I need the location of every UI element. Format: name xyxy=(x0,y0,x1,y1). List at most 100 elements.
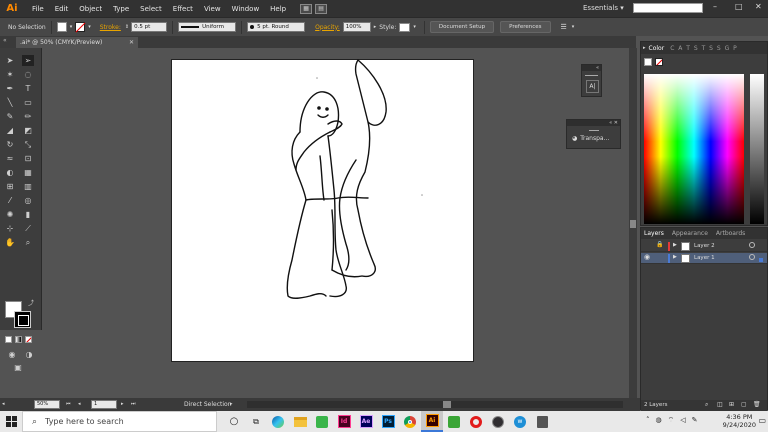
menu-view[interactable]: View xyxy=(204,5,221,13)
stroke-swatch[interactable] xyxy=(14,311,31,328)
show-hidden-icons-icon[interactable]: ˄ xyxy=(646,416,650,425)
draw-normal-icon[interactable]: ◉ xyxy=(6,349,18,360)
stroke-color-swatch[interactable] xyxy=(75,22,86,32)
color-tab[interactable]: Color xyxy=(649,45,665,52)
bridge-icon[interactable]: ▦ xyxy=(300,3,313,14)
expand-layer-icon[interactable]: ▶ xyxy=(673,242,677,248)
brush-definition[interactable]: 5 pt. Round xyxy=(247,22,306,32)
status-menu-icon[interactable]: ▸ xyxy=(230,401,233,407)
hand-tool-icon[interactable]: ✋ xyxy=(4,237,16,248)
expand-layer-icon[interactable]: ▶ xyxy=(673,254,677,260)
swap-fill-stroke-icon[interactable]: ⤴ xyxy=(28,298,34,307)
calculator-icon[interactable] xyxy=(531,411,553,432)
opacity-field[interactable]: 100% xyxy=(342,22,371,32)
workspace-switcher[interactable]: Essentials ▾ xyxy=(583,4,624,12)
prev-artboard-icon[interactable]: ◂ xyxy=(78,401,81,407)
new-sublayer-icon[interactable]: ⊞ xyxy=(729,401,734,408)
preferences-button[interactable]: Preferences xyxy=(500,21,551,33)
tab-artboards[interactable]: Artboards xyxy=(716,230,745,237)
fill-color-swatch[interactable] xyxy=(56,22,67,32)
other-tabs[interactable]: C A T S T S S G P xyxy=(670,45,738,52)
stroke-label[interactable]: Stroke: xyxy=(100,24,121,31)
help-search-input[interactable] xyxy=(633,3,703,13)
gradient-tool-icon[interactable]: ▥ xyxy=(22,181,34,192)
none-mode-icon[interactable] xyxy=(25,336,32,343)
start-button[interactable] xyxy=(0,411,22,432)
rotate-tool-icon[interactable]: ↻ xyxy=(4,139,16,150)
wacom-icon[interactable]: w xyxy=(509,411,531,432)
visibility-toggle-off[interactable] xyxy=(645,242,653,250)
eraser-tool-icon[interactable]: ◩ xyxy=(22,125,34,136)
notifications-icon[interactable]: ▭ xyxy=(758,416,766,425)
stroke-stepper-icon[interactable]: ⇕ xyxy=(125,24,129,30)
mesh-tool-icon[interactable]: ⊞ xyxy=(4,181,16,192)
new-layer-icon[interactable]: ▢ xyxy=(741,401,747,408)
slice-tool-icon[interactable]: ⟋ xyxy=(22,223,34,234)
target-icon[interactable] xyxy=(749,242,755,248)
lasso-tool-icon[interactable]: ◌ xyxy=(22,69,34,80)
illustrator-icon[interactable]: Ai xyxy=(421,411,443,432)
menu-help[interactable]: Help xyxy=(270,5,286,13)
camtasia-icon[interactable] xyxy=(443,411,465,432)
maximize-icon[interactable]: □ xyxy=(735,2,743,11)
zoom-field[interactable]: 50% xyxy=(34,400,60,409)
column-graph-tool-icon[interactable]: ▮ xyxy=(22,209,34,220)
screen-mode-icon[interactable]: ▣ xyxy=(12,362,24,373)
volume-icon[interactable]: ◁ xyxy=(680,416,685,425)
color-spectrum[interactable] xyxy=(644,74,744,224)
stroke-mini-swatch[interactable] xyxy=(655,58,663,66)
menu-type[interactable]: Type xyxy=(113,5,129,13)
close-tab-icon[interactable]: ✕ xyxy=(129,37,134,48)
vertical-scrollbar[interactable] xyxy=(629,48,637,398)
document-setup-button[interactable]: Document Setup xyxy=(429,21,495,33)
brightness-ramp[interactable] xyxy=(750,74,764,224)
fill-mini-swatch[interactable] xyxy=(644,58,652,66)
draw-behind-icon[interactable]: ◑ xyxy=(23,349,35,360)
opacity-label[interactable]: Opacity: xyxy=(315,24,340,31)
horizontal-scrollbar[interactable] xyxy=(247,401,623,408)
menu-select[interactable]: Select xyxy=(140,5,162,13)
collapse-icon[interactable]: ▸ xyxy=(643,45,646,51)
menu-object[interactable]: Object xyxy=(79,5,102,13)
cortana-icon[interactable]: ○ xyxy=(223,411,245,432)
zoom-tool-icon[interactable]: ⌕ xyxy=(22,237,34,248)
taskbar-search-box[interactable]: ⌕ Type here to search xyxy=(22,411,217,432)
perspective-grid-tool-icon[interactable]: ▦ xyxy=(22,167,34,178)
tab-layers[interactable]: Layers xyxy=(644,230,664,237)
layer-row[interactable]: 🔒 ▶ Layer 2 xyxy=(641,241,767,252)
stroke-dropdown-icon[interactable]: ▾ xyxy=(88,24,91,30)
direct-selection-tool-icon[interactable]: ➢ xyxy=(22,55,34,66)
rectangle-tool-icon[interactable]: ▭ xyxy=(22,97,34,108)
layer-row[interactable]: ◉ ▶ Layer 1 xyxy=(641,253,767,264)
shape-builder-tool-icon[interactable]: ◐ xyxy=(4,167,16,178)
symbol-sprayer-tool-icon[interactable]: ✺ xyxy=(4,209,16,220)
collapse-toolbar-icon[interactable]: « xyxy=(3,37,7,44)
menu-file[interactable]: File xyxy=(32,5,44,13)
stroke-weight-field[interactable]: 0.5 pt xyxy=(131,22,168,32)
opera-icon[interactable] xyxy=(465,411,487,432)
width-tool-icon[interactable]: ≈ xyxy=(4,153,16,164)
selection-tool-icon[interactable]: ➤ xyxy=(4,55,16,66)
fill-dropdown-icon[interactable]: ▾ xyxy=(70,24,73,30)
edge-icon[interactable] xyxy=(267,411,289,432)
horizontal-scroll-thumb[interactable] xyxy=(443,401,451,408)
scale-tool-icon[interactable]: ⤡ xyxy=(22,139,34,150)
lock-icon[interactable]: 🔒 xyxy=(656,241,663,248)
clipping-mask-icon[interactable]: ◫ xyxy=(717,401,723,408)
pen-tool-icon[interactable]: ✒ xyxy=(4,83,16,94)
vertical-scroll-thumb[interactable] xyxy=(630,220,636,228)
magic-wand-tool-icon[interactable]: ✶ xyxy=(4,69,16,80)
artboard-tool-icon[interactable]: ⊹ xyxy=(4,223,16,234)
minimize-icon[interactable]: – xyxy=(713,2,717,11)
menu-edit[interactable]: Edit xyxy=(55,5,69,13)
artboard-number-field[interactable]: 1 xyxy=(91,400,117,409)
paintbrush-tool-icon[interactable]: ✎ xyxy=(4,111,16,122)
zoom-down-icon[interactable]: ◂ xyxy=(2,401,5,407)
pencil-tool-icon[interactable]: ✏ xyxy=(22,111,34,122)
network-icon[interactable]: ◍ xyxy=(656,416,662,425)
menu-effect[interactable]: Effect xyxy=(173,5,193,13)
next-artboard-icon[interactable]: ▸ xyxy=(121,401,124,407)
indesign-icon[interactable]: Id xyxy=(333,411,355,432)
document-tab[interactable]: .ai* @ 50% (CMYK/Preview) ✕ xyxy=(16,37,138,48)
panel-close-icon[interactable]: « ✕ xyxy=(567,120,620,126)
